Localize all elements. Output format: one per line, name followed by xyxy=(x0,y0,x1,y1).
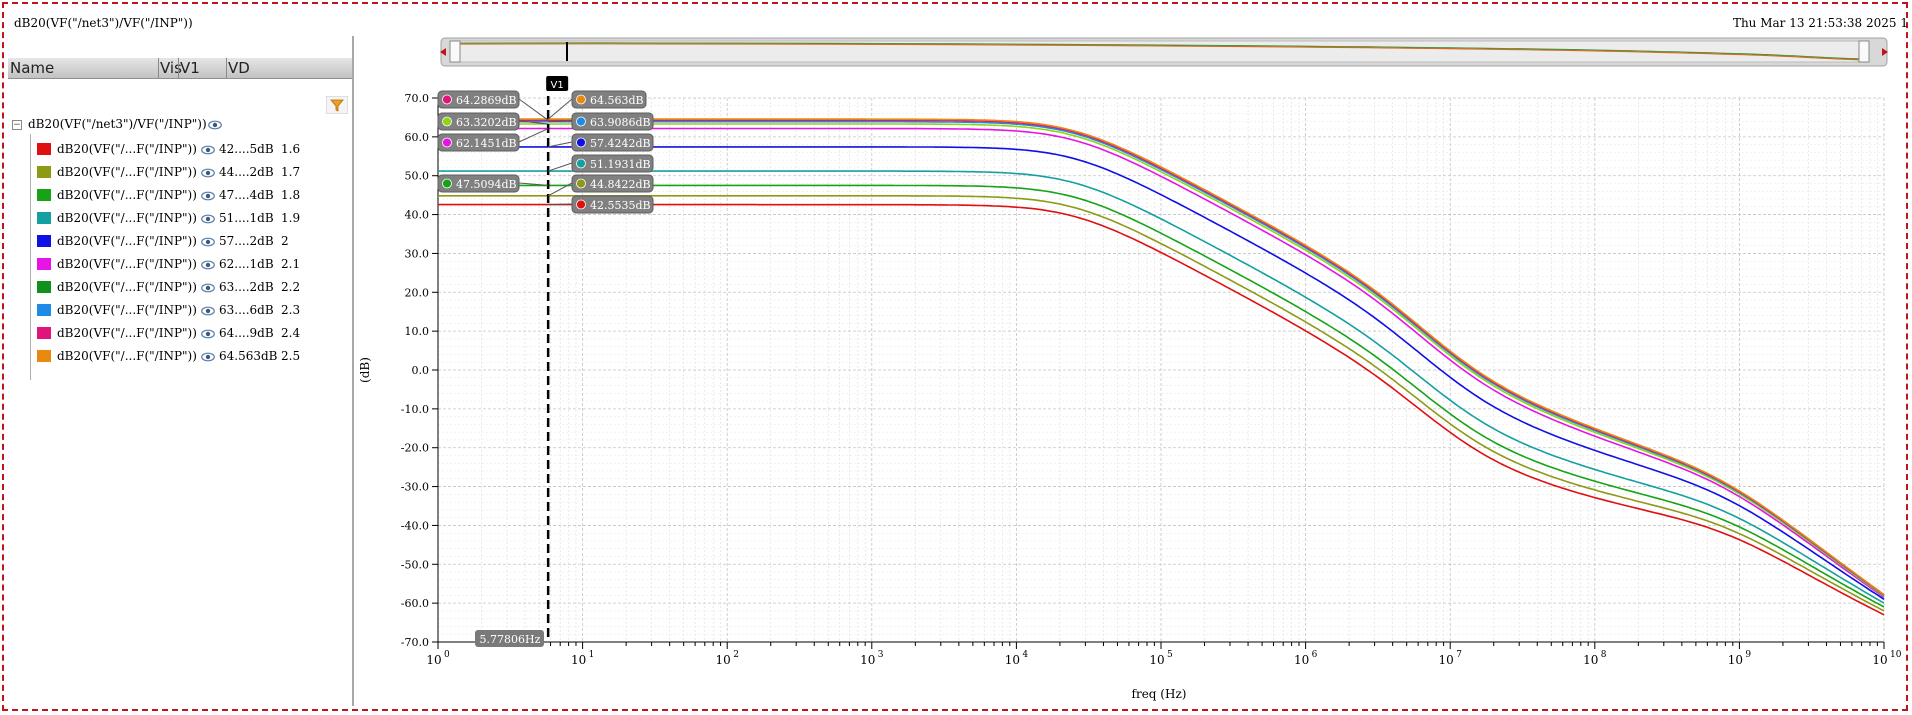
data-label-marker xyxy=(576,137,586,148)
data-label-marker xyxy=(442,178,452,189)
overview-left-handle[interactable] xyxy=(449,40,461,63)
y-tick-label: 20.0 xyxy=(405,286,430,299)
data-label-value: 44.8422dB xyxy=(590,178,651,191)
y-tick-label: -50.0 xyxy=(401,558,429,571)
x-tick-exponent: 3 xyxy=(878,650,884,660)
x-tick-exponent: 5 xyxy=(1167,650,1173,660)
overview-strip[interactable] xyxy=(440,37,1888,67)
cursor-x-value: 5.77806Hz xyxy=(480,633,541,646)
grid xyxy=(437,97,1885,643)
y-tick-label: 50.0 xyxy=(405,170,430,183)
data-label-marker xyxy=(442,94,452,105)
data-label-marker xyxy=(576,158,586,169)
data-label-marker xyxy=(576,116,586,127)
x-tick-label: 10 xyxy=(426,653,441,667)
data-label-marker xyxy=(442,116,452,127)
x-tick-exponent: 1 xyxy=(589,650,595,660)
x-tick-exponent: 7 xyxy=(1456,650,1462,660)
data-label-marker xyxy=(576,178,586,189)
x-tick-label: 10 xyxy=(716,653,731,667)
data-label-value: 63.9086dB xyxy=(590,116,651,129)
y-axis-label: (dB) xyxy=(358,357,372,383)
y-tick-label: -70.0 xyxy=(401,636,429,649)
x-tick-exponent: 6 xyxy=(1312,650,1318,660)
x-tick-exponent: 0 xyxy=(444,650,450,660)
y-tick-label: 0.0 xyxy=(412,364,430,377)
x-tick-label: 10 xyxy=(1728,653,1743,667)
x-tick-label: 10 xyxy=(860,653,875,667)
y-tick-label: 70.0 xyxy=(405,92,430,105)
x-tick-label: 10 xyxy=(1005,653,1020,667)
data-label-value: 57.4242dB xyxy=(590,137,651,150)
y-tick-label: -40.0 xyxy=(401,519,429,532)
label-leader xyxy=(518,128,549,143)
x-tick-label: 10 xyxy=(1439,653,1454,667)
data-label-marker xyxy=(442,137,452,148)
x-tick-exponent: 9 xyxy=(1745,650,1751,660)
x-axis-label: freq (Hz) xyxy=(1132,687,1187,701)
y-tick-label: 30.0 xyxy=(405,247,430,260)
data-label-marker xyxy=(576,94,586,105)
label-leader xyxy=(548,203,573,206)
chart: 70.0 60.0 50.0 40.0 30.0 20.0 10.0 0.0 -10.0 -20.… xyxy=(358,37,1902,701)
x-tick-label: 10 xyxy=(1149,653,1164,667)
x-tick-label: 10 xyxy=(1294,653,1309,667)
x-tick-exponent: 4 xyxy=(1022,650,1028,660)
cursor-v1-name: V1 xyxy=(551,80,564,91)
label-leader xyxy=(518,98,549,121)
y-tick-label: 60.0 xyxy=(405,131,430,144)
data-label-value: 64.563dB xyxy=(590,94,644,107)
cursor-labels: 42.5535dB 44.8422dB 47.5094dB 51.1931dB 57.4… xyxy=(437,90,654,214)
x-tick-label: 10 xyxy=(571,653,586,667)
y-tick-label: -30.0 xyxy=(401,481,429,494)
data-label-value: 51.1931dB xyxy=(590,158,651,171)
y-tick-label: -60.0 xyxy=(401,597,429,610)
data-label-value: 63.3202dB xyxy=(456,116,517,129)
data-label-value: 42.5535dB xyxy=(590,199,651,212)
y-tick-label: -20.0 xyxy=(401,442,429,455)
data-label-value: 47.5094dB xyxy=(456,178,517,191)
y-tick-label: -10.0 xyxy=(401,403,429,416)
x-tick-exponent: 10 xyxy=(1890,650,1902,660)
x-tick-label: 10 xyxy=(1583,653,1598,667)
y-tick-label: 40.0 xyxy=(405,209,430,222)
x-tick-exponent: 2 xyxy=(733,650,739,660)
x-tick-label: 10 xyxy=(1872,653,1887,667)
x-tick-exponent: 8 xyxy=(1601,650,1607,660)
overview-right-handle[interactable] xyxy=(1858,40,1870,63)
data-label-value: 64.2869dB xyxy=(456,94,517,107)
data-label-value: 62.1451dB xyxy=(456,137,517,150)
data-label-marker xyxy=(576,199,586,210)
label-leader xyxy=(548,120,573,123)
y-tick-label: 10.0 xyxy=(405,325,430,338)
